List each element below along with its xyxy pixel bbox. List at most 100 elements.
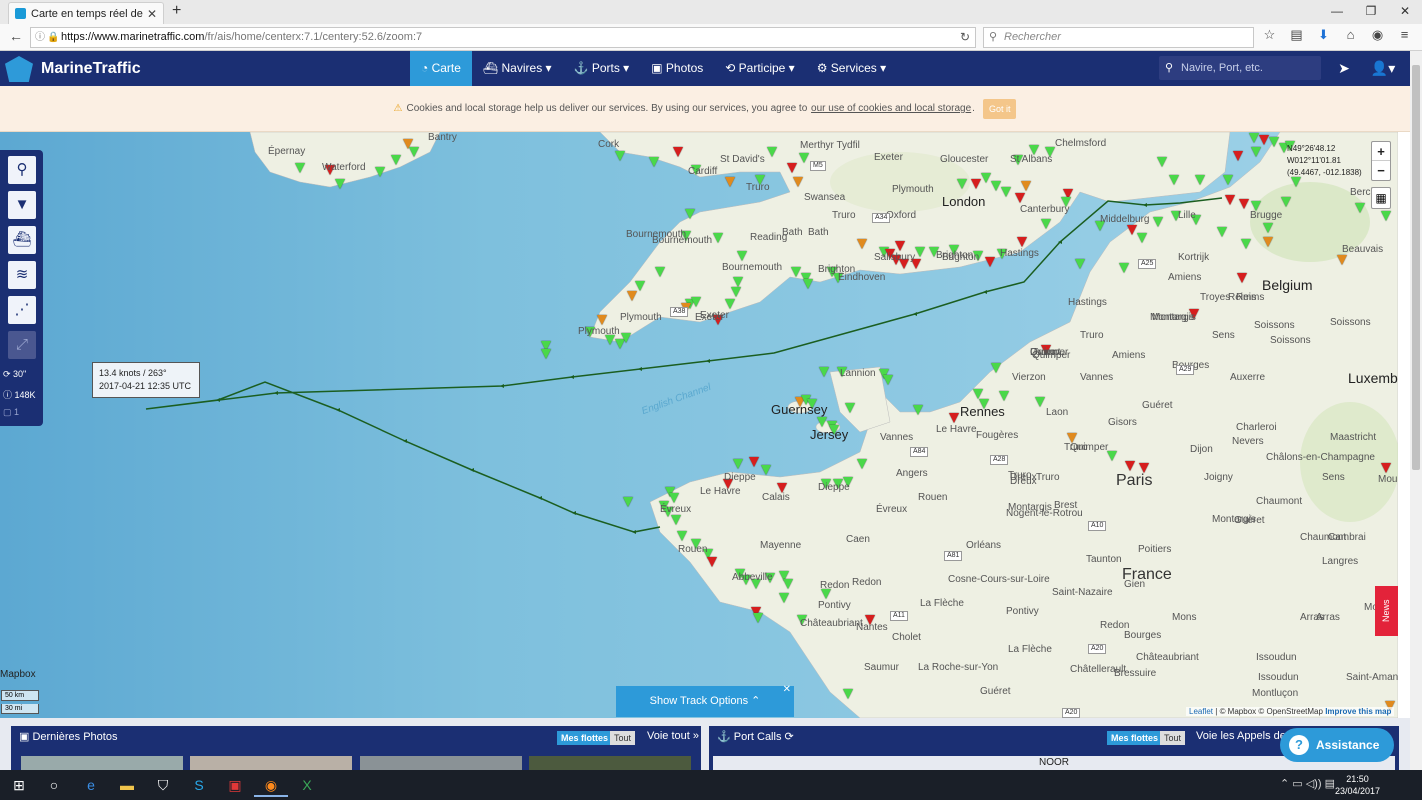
- ship-marker-icon[interactable]: [677, 531, 687, 541]
- ship-marker-icon[interactable]: [673, 147, 683, 157]
- ship-marker-icon[interactable]: [1337, 255, 1347, 265]
- photo-thumbnail[interactable]: [360, 756, 522, 770]
- ship-marker-icon[interactable]: [779, 593, 789, 603]
- bookmark-star-icon[interactable]: ☆: [1260, 27, 1279, 43]
- back-icon[interactable]: ←: [9, 28, 23, 44]
- ship-marker-icon[interactable]: [1125, 461, 1135, 471]
- ship-marker-icon[interactable]: [793, 177, 803, 187]
- ship-marker-icon[interactable]: [1237, 273, 1247, 283]
- download-icon[interactable]: ⬇: [1314, 27, 1333, 43]
- ship-marker-icon[interactable]: [615, 151, 625, 161]
- ship-marker-icon[interactable]: [1021, 181, 1031, 191]
- ship-marker-icon[interactable]: [999, 391, 1009, 401]
- close-tab-icon[interactable]: ✕: [147, 7, 157, 21]
- browser-tab[interactable]: Carte en temps réel des navi ✕: [8, 2, 164, 24]
- assistance-button[interactable]: ? Assistance: [1280, 728, 1394, 762]
- ship-marker-icon[interactable]: [991, 363, 1001, 373]
- ship-marker-icon[interactable]: [621, 333, 631, 343]
- map-canvas[interactable]: Épernay Waterford Bantry Cork St David's…: [0, 132, 1398, 718]
- ship-marker-icon[interactable]: [857, 239, 867, 249]
- ship-marker-icon[interactable]: [1041, 219, 1051, 229]
- taskbar-clock[interactable]: 21:50 23/04/2017: [1335, 773, 1380, 797]
- ship-marker-icon[interactable]: [649, 157, 659, 167]
- ship-marker-icon[interactable]: [981, 173, 991, 183]
- site-search-input[interactable]: ⚲ Navire, Port, etc.: [1159, 56, 1321, 80]
- all-toggle[interactable]: Tout: [1160, 731, 1186, 745]
- browser-search-input[interactable]: ⚲ Rechercher: [983, 27, 1254, 48]
- ship-marker-icon[interactable]: [409, 147, 419, 157]
- page-scrollbar[interactable]: [1410, 51, 1422, 770]
- ship-marker-icon[interactable]: [1157, 157, 1167, 167]
- ship-marker-icon[interactable]: [1225, 195, 1235, 205]
- ship-marker-icon[interactable]: [1355, 203, 1365, 213]
- cookie-policy-link[interactable]: our use of cookies and local storage: [811, 103, 971, 114]
- ship-marker-icon[interactable]: [895, 241, 905, 251]
- ship-marker-icon[interactable]: [597, 315, 607, 325]
- ship-marker-icon[interactable]: [1249, 133, 1259, 143]
- ship-marker-icon[interactable]: [1263, 237, 1273, 247]
- ship-marker-icon[interactable]: [725, 177, 735, 187]
- user-menu-icon[interactable]: 👤▾: [1368, 51, 1398, 86]
- zoom-out-button[interactable]: −: [1372, 161, 1390, 180]
- ship-marker-icon[interactable]: [1217, 227, 1227, 237]
- ship-marker-icon[interactable]: [1233, 151, 1243, 161]
- close-track-options-icon[interactable]: ✕: [783, 674, 791, 705]
- ship-marker-icon[interactable]: [635, 281, 645, 291]
- site-logo[interactable]: MarineTraffic: [5, 56, 141, 82]
- ship-marker-icon[interactable]: [783, 579, 793, 589]
- skype-icon[interactable]: S: [182, 773, 216, 797]
- ship-marker-icon[interactable]: [957, 179, 967, 189]
- ship-marker-icon[interactable]: [335, 179, 345, 189]
- ship-marker-icon[interactable]: [391, 155, 401, 165]
- got-it-button[interactable]: Got it: [982, 98, 1017, 119]
- measure-icon[interactable]: ⋰: [8, 296, 36, 324]
- search-icon[interactable]: ⚲: [8, 156, 36, 184]
- ship-marker-icon[interactable]: [949, 413, 959, 423]
- menu-photos[interactable]: ▣ Photos: [640, 51, 714, 86]
- ship-marker-icon[interactable]: [1001, 187, 1011, 197]
- map-layers-icon[interactable]: ▦: [1371, 187, 1391, 209]
- new-tab-icon[interactable]: +: [172, 2, 181, 20]
- ship-marker-icon[interactable]: [749, 457, 759, 467]
- ship-marker-icon[interactable]: [857, 459, 867, 469]
- ship-marker-icon[interactable]: [761, 465, 771, 475]
- url-bar[interactable]: ⓘ 🔒 https://www.marinetraffic.com/fr/ais…: [30, 27, 976, 48]
- show-track-options-button[interactable]: Show Track Options ⌃ ✕: [616, 684, 794, 717]
- ship-marker-icon[interactable]: [295, 163, 305, 173]
- ship-marker-icon[interactable]: [843, 689, 853, 699]
- ship-marker-icon[interactable]: [803, 279, 813, 289]
- ship-marker-icon[interactable]: [627, 291, 637, 301]
- ship-marker-icon[interactable]: [1263, 223, 1273, 233]
- store-icon[interactable]: ⛉: [146, 773, 180, 797]
- maximize-icon[interactable]: ❐: [1354, 0, 1388, 22]
- ship-marker-icon[interactable]: [985, 257, 995, 267]
- ship-marker-icon[interactable]: [1035, 397, 1045, 407]
- ship-marker-icon[interactable]: [1107, 451, 1117, 461]
- ship-marker-icon[interactable]: [541, 349, 551, 359]
- mapbox-logo[interactable]: Mapbox: [0, 669, 36, 680]
- menu-services[interactable]: ⚙ Services ▾: [806, 51, 897, 86]
- ship-marker-icon[interactable]: [787, 163, 797, 173]
- reload-icon[interactable]: ↻: [960, 28, 970, 47]
- zoom-in-button[interactable]: +: [1372, 142, 1390, 161]
- ship-marker-icon[interactable]: [1259, 135, 1269, 145]
- reading-list-icon[interactable]: ▤: [1287, 27, 1306, 43]
- fleet-icon[interactable]: ⛴: [8, 226, 36, 254]
- ship-marker-icon[interactable]: [1241, 239, 1251, 249]
- notifications-icon[interactable]: ➤: [1333, 51, 1355, 86]
- ship-marker-icon[interactable]: [1239, 199, 1249, 209]
- ship-marker-icon[interactable]: [1137, 233, 1147, 243]
- layers-icon[interactable]: ≋: [8, 261, 36, 289]
- ship-marker-icon[interactable]: [1195, 175, 1205, 185]
- ship-marker-icon[interactable]: [1281, 197, 1291, 207]
- minimize-icon[interactable]: —: [1320, 0, 1354, 22]
- ship-marker-icon[interactable]: [973, 389, 983, 399]
- ship-marker-icon[interactable]: [991, 181, 1001, 191]
- ship-marker-icon[interactable]: [1119, 263, 1129, 273]
- ship-marker-icon[interactable]: [1153, 217, 1163, 227]
- ship-marker-icon[interactable]: [817, 417, 827, 427]
- ship-marker-icon[interactable]: [1251, 147, 1261, 157]
- ship-marker-icon[interactable]: [1169, 175, 1179, 185]
- firefox-icon[interactable]: ◉: [254, 773, 288, 797]
- ship-marker-icon[interactable]: [1127, 225, 1137, 235]
